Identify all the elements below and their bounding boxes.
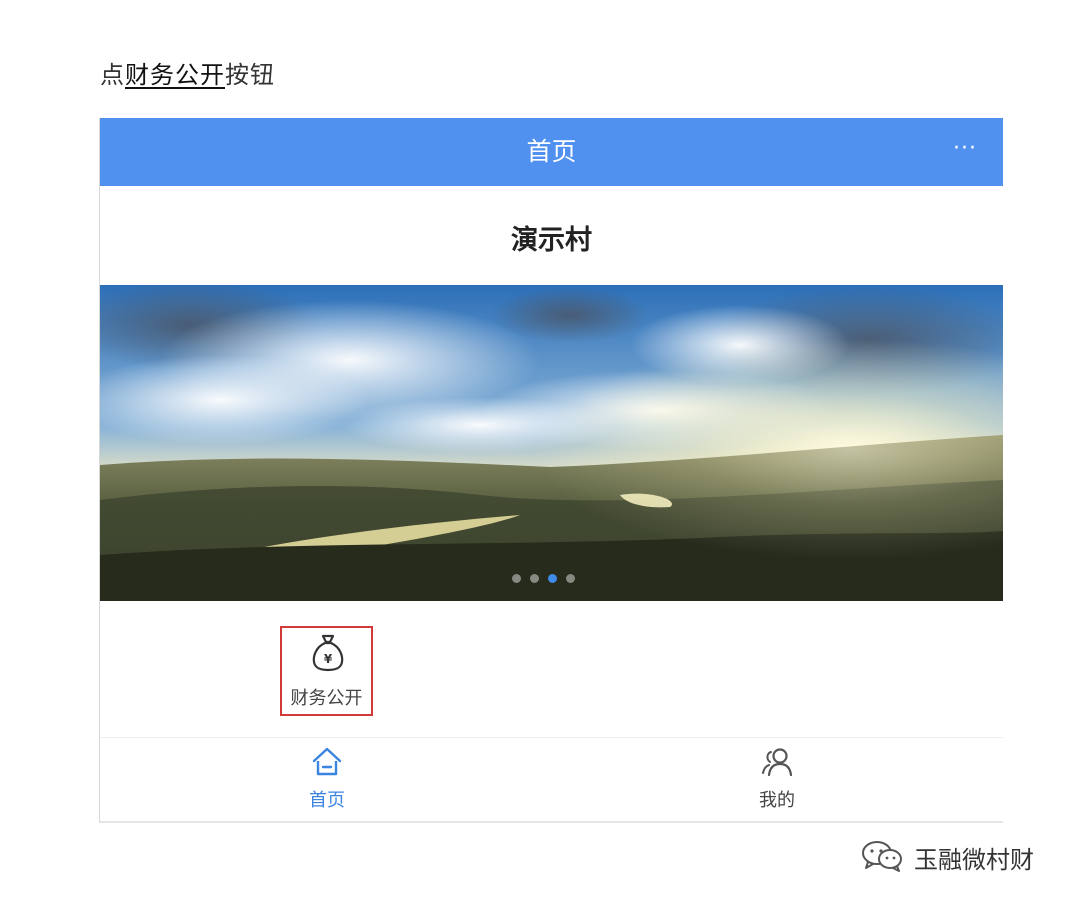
carousel-dot[interactable] — [566, 574, 575, 583]
banner-carousel[interactable] — [100, 285, 1003, 601]
tab-home[interactable]: 首页 — [287, 746, 367, 812]
finance-disclosure-label: 财务公开 — [290, 688, 363, 709]
instruction-prefix: 点 — [100, 61, 125, 89]
carousel-indicator — [500, 574, 600, 584]
money-bag-icon: ¥ — [312, 634, 344, 672]
instruction-suffix: 按钮 — [225, 61, 275, 89]
village-title: 演示村 — [511, 225, 592, 256]
instruction-emphasis: 财务公开 — [125, 61, 225, 89]
banner-image — [100, 285, 1003, 601]
tabbar-divider — [100, 737, 1003, 738]
more-menu-button[interactable]: ··· — [953, 136, 977, 161]
navbar-title: 首页 — [526, 137, 577, 166]
carousel-dot[interactable] — [530, 574, 539, 583]
navbar: 首页 ··· — [100, 118, 1003, 186]
svg-text:¥: ¥ — [324, 652, 333, 666]
carousel-dot-active[interactable] — [548, 574, 557, 583]
users-icon — [762, 748, 793, 777]
instruction-text: 点财务公开按钮 — [100, 55, 275, 90]
home-icon — [312, 747, 342, 776]
carousel-dot[interactable] — [512, 574, 521, 583]
screenshot-page: 点财务公开按钮 首页 ··· 演示村 ¥ 财务公开 首页 我的 玉融微村财 — [0, 0, 1080, 902]
wechat-icon — [862, 841, 902, 872]
finance-disclosure-button[interactable]: ¥ 财务公开 — [280, 626, 373, 716]
watermark-text: 玉融微村财 — [914, 846, 1034, 874]
tab-mine[interactable]: 我的 — [737, 746, 817, 812]
tab-home-label: 首页 — [309, 790, 345, 811]
tab-mine-label: 我的 — [759, 790, 795, 811]
app-screenshot: 首页 ··· 演示村 ¥ 财务公开 首页 我的 — [99, 118, 1003, 823]
